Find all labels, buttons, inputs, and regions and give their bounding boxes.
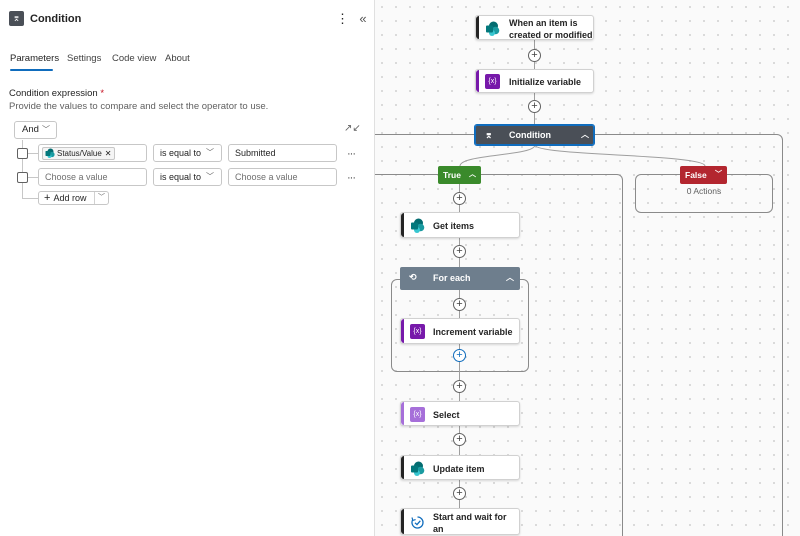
add-step-icon[interactable]: + [453, 192, 466, 205]
add-step-icon[interactable]: + [453, 349, 466, 362]
step-label: Initialize variable [509, 77, 582, 87]
left-operand-field[interactable]: Choose a value [38, 168, 147, 186]
tab-settings[interactable]: Settings [67, 53, 101, 64]
step-label: Condition [509, 130, 551, 140]
add-step-icon[interactable]: + [528, 100, 541, 113]
step-label: Increment variable [433, 327, 513, 337]
chevron-down-icon[interactable]: ﹀ [98, 192, 105, 204]
plus-icon: + [44, 192, 51, 204]
false-branch-label[interactable]: False ﹀ [680, 166, 727, 184]
tab-parameters[interactable]: Parameters [10, 53, 59, 64]
sharepoint-icon [45, 148, 55, 158]
add-step-icon[interactable]: + [453, 298, 466, 311]
group-operator-dropdown[interactable]: And ﹀ [14, 121, 57, 139]
chevron-down-icon: ﹀ [206, 148, 214, 157]
chevron-down-icon: ﹀ [42, 125, 50, 134]
condition-help-text: Provide the values to compare and select… [9, 101, 269, 112]
add-step-icon[interactable]: + [453, 433, 466, 446]
required-mark: * [100, 88, 105, 99]
add-row-button[interactable]: + Add row ﹀ [38, 191, 109, 205]
row-more-icon[interactable]: ··· [347, 148, 357, 160]
loop-icon: ⟲ [409, 272, 417, 282]
chevron-up-icon[interactable]: ︿ [581, 129, 589, 140]
for-each-card[interactable]: ⟲ For each ︿ [400, 267, 520, 290]
increment-variable-card[interactable]: {x} Increment variable [400, 318, 520, 344]
tab-about[interactable]: About [165, 53, 190, 64]
more-options-icon[interactable]: ⋮ [336, 10, 349, 28]
chevron-up-icon: ︿ [469, 171, 476, 178]
right-operand-field[interactable]: Choose a value [228, 168, 337, 186]
add-step-icon[interactable]: + [453, 380, 466, 393]
condition-card[interactable]: ⌆ Condition ︿ [474, 124, 595, 146]
step-label: Start and wait for anapproval [433, 512, 507, 534]
step-label: Get items [433, 221, 475, 231]
update-item-card[interactable]: Update item [400, 455, 520, 480]
step-label: For each [433, 273, 471, 283]
add-step-icon[interactable]: + [528, 49, 541, 62]
left-operand-field[interactable]: Status/Value ✕ [38, 144, 147, 162]
true-branch-label[interactable]: True ︿ [438, 166, 481, 184]
tab-code-view[interactable]: Code view [112, 53, 156, 64]
variable-icon: {x} [410, 324, 425, 339]
trigger-label: When an item is created or modified [509, 18, 593, 40]
condition-icon: ⌆ [9, 11, 24, 26]
tree-connector [22, 198, 38, 199]
row-checkbox[interactable] [17, 172, 28, 183]
condition-icon: ⌆ [485, 130, 493, 140]
sharepoint-icon [411, 461, 425, 476]
operator-dropdown[interactable]: is equal to ﹀ [153, 144, 222, 162]
remove-token-icon[interactable]: ✕ [105, 149, 112, 158]
trigger-card[interactable]: When an item is created or modified [475, 15, 594, 40]
right-operand-field[interactable]: Submitted [228, 144, 337, 162]
chevron-down-icon: ﹀ [206, 172, 214, 181]
sharepoint-icon [411, 218, 425, 233]
variable-icon: {x} [485, 74, 500, 89]
add-step-icon[interactable]: + [453, 245, 466, 258]
empty-branch-text: 0 Actions [686, 186, 722, 196]
panel-header: ⌆ Condition ⋮ « [0, 0, 375, 38]
get-items-card[interactable]: Get items [400, 212, 520, 238]
step-label: Select [433, 410, 460, 420]
approval-icon [411, 516, 424, 529]
row-more-icon[interactable]: ··· [347, 172, 357, 184]
select-card[interactable]: {x} Select [400, 401, 520, 426]
chevron-down-icon: ﹀ [715, 171, 722, 178]
dynamic-content-token[interactable]: Status/Value ✕ [42, 147, 116, 160]
initialize-variable-card[interactable]: {x} Initialize variable [475, 69, 594, 93]
properties-panel: ⌆ Condition ⋮ « Parameters Settings Code… [0, 0, 375, 536]
active-tab-indicator [10, 69, 53, 71]
approval-card[interactable]: Start and wait for anapproval [400, 508, 520, 535]
operator-dropdown[interactable]: is equal to ﹀ [153, 168, 222, 186]
panel-title: Condition [30, 13, 82, 25]
condition-expression-label: Condition expression * [9, 88, 105, 99]
collapse-panel-icon[interactable]: « [356, 10, 370, 28]
row-checkbox[interactable] [17, 148, 28, 159]
collapse-arrows-icon[interactable]: ↗↙ [344, 123, 361, 134]
step-label: Update item [433, 464, 485, 474]
chevron-up-icon[interactable]: ︿ [506, 272, 514, 283]
sharepoint-icon [486, 21, 500, 36]
data-operation-icon: {x} [410, 407, 425, 422]
add-step-icon[interactable]: + [453, 487, 466, 500]
